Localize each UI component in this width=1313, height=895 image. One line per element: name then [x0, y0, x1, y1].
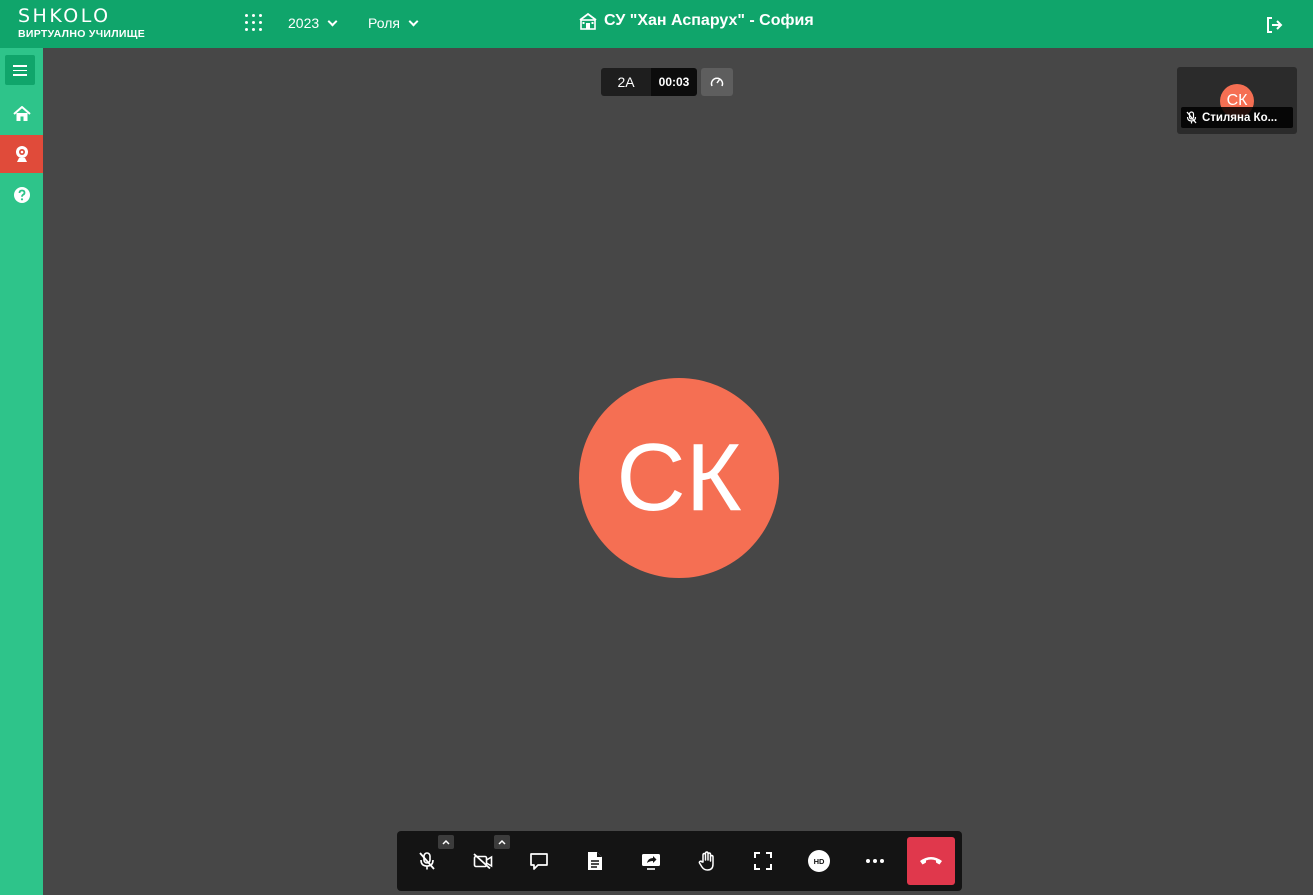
raise-hand-icon: [698, 851, 714, 871]
call-timer: 00:03: [651, 68, 697, 96]
chat-button[interactable]: [523, 845, 555, 877]
more-options-button[interactable]: [859, 845, 891, 877]
raise-hand-button[interactable]: [691, 845, 723, 877]
participant-thumbnail[interactable]: СК Стиляна Ко...: [1177, 67, 1297, 134]
fullscreen-button[interactable]: [747, 845, 779, 877]
screen-share-button[interactable]: [635, 845, 667, 877]
sidebar-item-home[interactable]: [0, 95, 43, 133]
chevron-up-icon: [442, 839, 450, 845]
hang-up-button[interactable]: [907, 837, 955, 885]
year-dropdown[interactable]: 2023: [288, 15, 338, 31]
role-label: Роля: [368, 15, 400, 31]
fullscreen-icon: [754, 852, 772, 870]
participant-name: Стиляна Ко...: [1202, 111, 1278, 124]
shkolo-logo[interactable]: SHKOLO ВИРТУАЛНО УЧИЛИЩЕ: [18, 6, 145, 40]
chevron-down-icon: [408, 16, 419, 26]
mic-toggle-button[interactable]: [411, 845, 443, 877]
hd-quality-button[interactable]: HD: [803, 845, 835, 877]
logo-text: SHKOLO: [18, 5, 111, 27]
chevron-down-icon: [327, 16, 338, 26]
camera-off-icon: [473, 853, 493, 869]
screen-share-icon: [642, 854, 660, 870]
school-name: СУ "Хан Аспарух" - София: [604, 12, 814, 29]
home-icon: [12, 106, 31, 121]
sidebar-item-help[interactable]: [0, 176, 43, 214]
more-options-icon: [866, 859, 884, 863]
webcam-icon: [15, 146, 28, 162]
logo-subtitle: ВИРТУАЛНО УЧИЛИЩЕ: [18, 28, 146, 40]
school-title: СУ "Хан Аспарух" - София: [578, 12, 814, 30]
chat-icon: [530, 853, 548, 870]
call-toolbar: HD: [397, 831, 962, 891]
help-icon: [13, 187, 30, 203]
logout-icon[interactable]: [1265, 16, 1283, 34]
sidebar-item-webcam[interactable]: [0, 135, 43, 173]
hang-up-icon: [920, 857, 942, 865]
room-info: 2А 00:03: [601, 68, 697, 96]
room-name: 2А: [601, 68, 651, 96]
hamburger-icon[interactable]: [5, 55, 35, 85]
gauge-icon: [710, 77, 724, 87]
connection-speed-button[interactable]: [701, 68, 733, 96]
top-bar: SHKOLO ВИРТУАЛНО УЧИЛИЩЕ 2023 Роля СУ "Х…: [0, 0, 1313, 48]
active-speaker-avatar: СК: [579, 378, 779, 578]
school-building-icon: [579, 12, 597, 30]
camera-toggle-button[interactable]: [467, 845, 499, 877]
apps-grid-icon[interactable]: [245, 14, 263, 32]
document-button[interactable]: [579, 845, 611, 877]
sidebar: [0, 48, 43, 895]
year-value: 2023: [288, 15, 320, 31]
chevron-up-icon: [498, 839, 506, 845]
hd-quality-icon: HD: [808, 850, 830, 872]
mic-muted-icon: [1186, 111, 1197, 124]
mic-muted-icon: [419, 852, 435, 870]
document-icon: [588, 852, 602, 870]
role-dropdown[interactable]: Роля: [368, 15, 419, 31]
participant-label: Стиляна Ко...: [1181, 107, 1293, 128]
